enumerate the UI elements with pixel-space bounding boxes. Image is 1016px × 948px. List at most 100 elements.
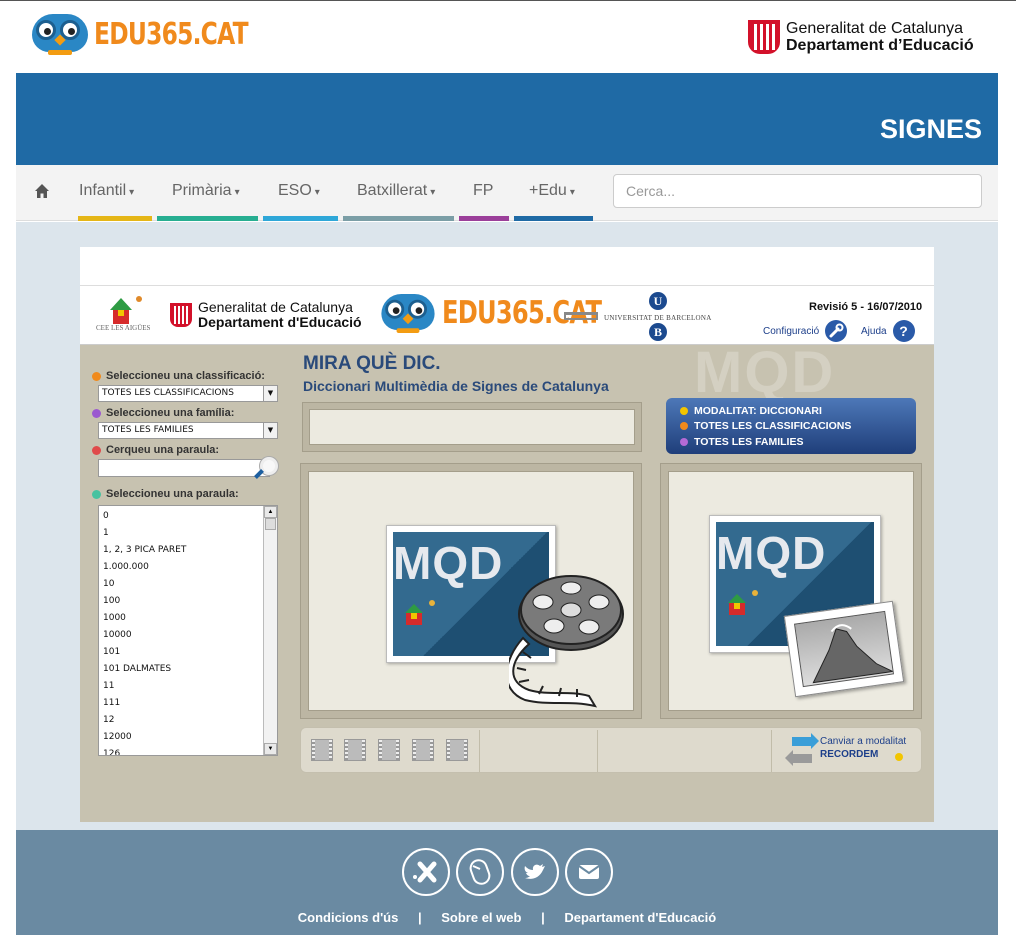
toolbar-divider	[597, 730, 598, 772]
nav-item-batxillerat[interactable]: Batxillerat ▾	[357, 182, 435, 200]
orange-bullet-icon	[92, 371, 101, 381]
nav-item-primaria[interactable]: Primària ▾	[172, 182, 240, 200]
family-select[interactable]: TOTES LES FAMILIES ▼	[98, 422, 278, 439]
list-item[interactable]: 101 DALMATES	[103, 663, 273, 680]
film-frame-icon[interactable]	[446, 739, 468, 761]
word-list[interactable]: 0 1 1, 2, 3 PICA PARET 1.000.000 10 100 1000 10…	[98, 505, 278, 756]
classification-select[interactable]: TOTES LES CLASSIFICACIONS ▼	[98, 385, 278, 402]
player-toolbar: Canviar a modalitat RECORDEM	[300, 727, 922, 773]
app-subtitle: Diccionari Multimèdia de Signes de Catal…	[303, 378, 609, 394]
list-item[interactable]: 1	[103, 527, 273, 544]
nav-item-edu[interactable]: +Edu ▾	[529, 182, 575, 200]
nav-underline-batxillerat	[343, 216, 454, 221]
mode-line: TOTES LES CLASSIFICACIONS	[680, 419, 916, 435]
search-input[interactable]	[613, 174, 982, 208]
edu365-logo[interactable]: EDU365.CAT	[28, 12, 291, 56]
list-item[interactable]: 10000	[103, 629, 273, 646]
film-frame-icon[interactable]	[378, 739, 400, 761]
mouse-icon[interactable]	[456, 848, 504, 896]
ub-b: B	[649, 323, 667, 341]
classification-label: Seleccioneu una classificació:	[92, 369, 280, 383]
teal-bullet-icon	[92, 489, 101, 499]
photo-icon	[783, 600, 905, 698]
list-item[interactable]: 1.000.000	[103, 561, 273, 578]
nav-underline-infantil	[78, 216, 152, 221]
family-label: Seleccioneu una família:	[92, 406, 280, 420]
list-item[interactable]: 126	[103, 748, 273, 755]
list-item[interactable]: 101	[103, 646, 273, 663]
footer-separator: |	[541, 910, 545, 925]
switch-line2: RECORDEM	[820, 749, 879, 760]
terms-link[interactable]: Condicions d'ús	[298, 910, 399, 925]
mail-icon[interactable]	[565, 848, 613, 896]
help-button[interactable]: Ajuda ?	[861, 320, 915, 342]
list-item[interactable]: 12	[103, 714, 273, 731]
film-frame-icon[interactable]	[311, 739, 333, 761]
app-gov-line1: Generalitat de Catalunya	[198, 299, 353, 315]
scroll-up-icon[interactable]: ▲	[264, 506, 277, 518]
word-search-input[interactable]	[98, 459, 270, 477]
generalitat-logo[interactable]: Generalitat de Catalunya Departament d’E…	[748, 20, 974, 54]
nav-item-infantil[interactable]: Infantil ▾	[79, 182, 134, 200]
switch-mode-button[interactable]: Canviar a modalitat RECORDEM	[820, 735, 906, 761]
ub-u: U	[649, 292, 667, 310]
photo-panel[interactable]: MQD	[660, 463, 922, 719]
nav-underline-primaria	[157, 216, 258, 221]
selected-word-box	[302, 402, 642, 452]
page-title: SIGNES	[879, 114, 982, 144]
cee-logo: CEE LES AIGÜES	[96, 294, 152, 340]
department-link[interactable]: Departament d'Educació	[564, 910, 716, 925]
switch-arrows-icon[interactable]	[785, 733, 819, 767]
twitter-icon[interactable]	[511, 848, 559, 896]
video-panel[interactable]: MQD	[300, 463, 642, 719]
ub-logo: UNIVERSITAT DE BARCELONA U B	[564, 292, 724, 342]
mode-status-box: MODALITAT: DICCIONARI TOTES LES CLASSIFI…	[666, 398, 916, 454]
film-frame-icon[interactable]	[344, 739, 366, 761]
word-select-label: Seleccioneu una paraula:	[92, 487, 280, 501]
list-item[interactable]: 10	[103, 578, 273, 595]
home-icon[interactable]	[34, 183, 50, 199]
app-title: MIRA QUÈ DIC.	[303, 353, 441, 374]
list-item[interactable]: 1000	[103, 612, 273, 629]
list-item[interactable]: 11	[103, 680, 273, 697]
list-item[interactable]: 12000	[103, 731, 273, 748]
cee-text: CEE LES AIGÜES	[96, 324, 151, 332]
film-reel-icon	[509, 575, 624, 708]
about-link[interactable]: Sobre el web	[441, 910, 521, 925]
help-label: Ajuda	[861, 325, 887, 337]
magnifier-search-button[interactable]	[252, 457, 278, 483]
mode-line: MODALITAT: DICCIONARI	[680, 403, 916, 419]
nav-underline-edu	[514, 216, 593, 221]
signes-app: CEE LES AIGÜES Generalitat de Catalunya …	[80, 247, 934, 822]
main-nav: Infantil ▾ Primària ▾ ESO ▾ Batxillerat ▾ FP…	[16, 165, 998, 221]
config-label: Configuració	[763, 325, 820, 337]
purple-bullet-icon	[92, 408, 101, 418]
list-item[interactable]: 111	[103, 697, 273, 714]
red-bullet-icon	[92, 445, 101, 455]
yellow-dot-icon	[895, 753, 903, 761]
footer: Condicions d'ús | Sobre el web | Departa…	[16, 830, 998, 935]
nav-item-fp[interactable]: FP	[473, 182, 496, 200]
switch-line1: Canviar a modalitat	[820, 736, 907, 747]
list-item[interactable]: 1, 2, 3 PICA PARET	[103, 544, 273, 561]
mode-line: TOTES LES FAMILIES	[680, 434, 916, 450]
xtec-icon[interactable]	[402, 848, 450, 896]
list-item[interactable]: 100	[103, 595, 273, 612]
nav-underline-fp	[459, 216, 509, 221]
nav-underline-eso	[263, 216, 338, 221]
word-list-items: 0 1 1, 2, 3 PICA PARET 1.000.000 10 100 1000 10…	[99, 506, 277, 755]
brand-text: EDU365.CAT	[94, 16, 249, 52]
mqd-watermark: MQD	[694, 340, 836, 405]
owl-icon	[28, 12, 92, 56]
owl-icon	[378, 292, 439, 334]
scroll-down-icon[interactable]: ▼	[264, 743, 277, 755]
word-list-scrollbar[interactable]: ▲ ▼	[263, 506, 277, 755]
dropdown-arrow-icon: ▼	[263, 423, 277, 438]
nav-item-eso[interactable]: ESO ▾	[278, 182, 320, 200]
search-word-label: Cerqueu una paraula:	[92, 443, 280, 457]
list-item[interactable]: 0	[103, 510, 273, 527]
film-frame-icon[interactable]	[412, 739, 434, 761]
toolbar-divider	[479, 730, 480, 772]
app-gov-line2: Departament d'Educació	[198, 314, 362, 330]
scroll-thumb[interactable]	[265, 518, 276, 530]
